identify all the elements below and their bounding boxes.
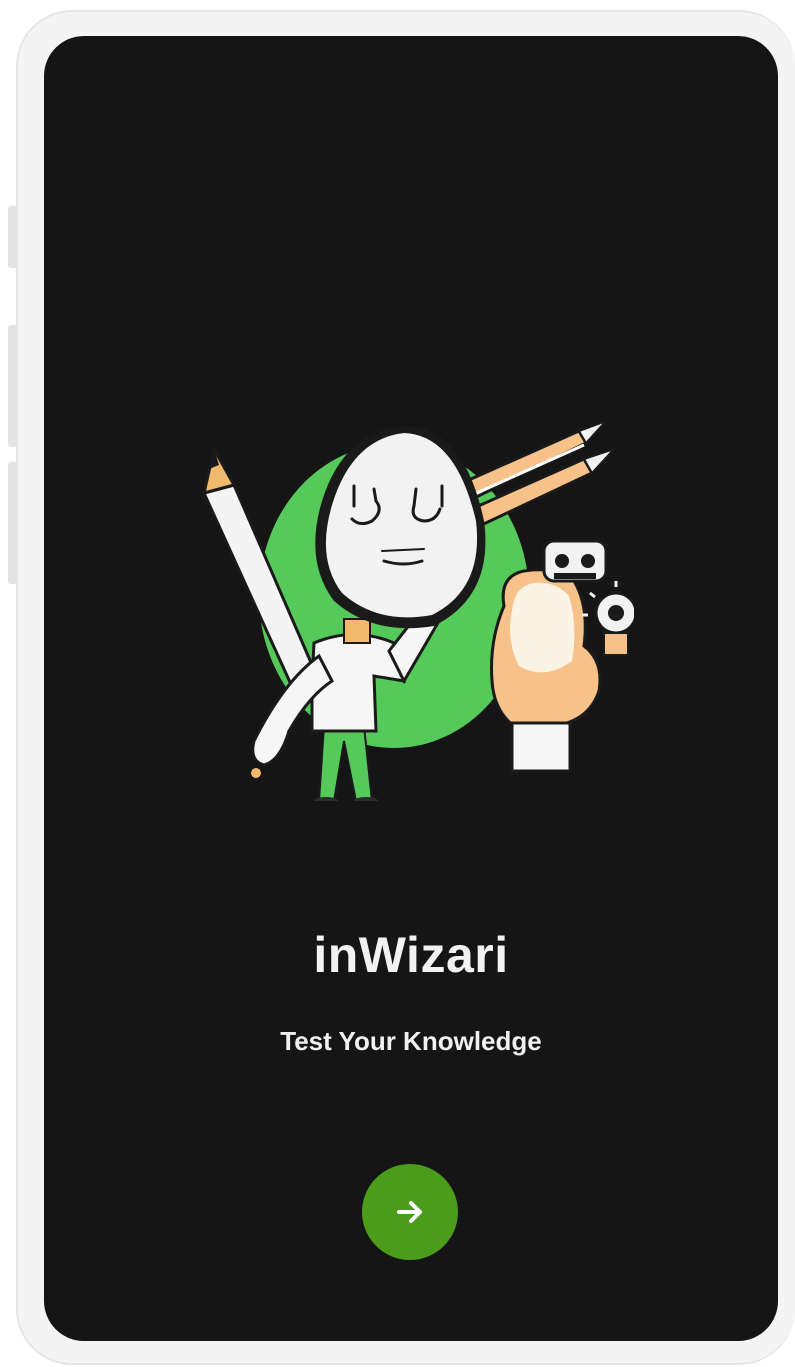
power-button (8, 462, 16, 584)
arrow-right-icon (397, 1201, 422, 1223)
next-button[interactable] (362, 1164, 458, 1260)
volume-up-button (8, 206, 16, 268)
lightbulb-icon (582, 581, 634, 656)
robot-icon (542, 539, 608, 583)
app-tagline: Test Your Knowledge (280, 1026, 542, 1056)
app-title: inWizari (313, 927, 509, 983)
quiz-student-illustration (201, 420, 634, 801)
raised-hand-icon (490, 568, 602, 773)
volume-down-button (8, 325, 16, 447)
splash-screen: inWizari Test Your Knowledge (44, 36, 778, 1341)
